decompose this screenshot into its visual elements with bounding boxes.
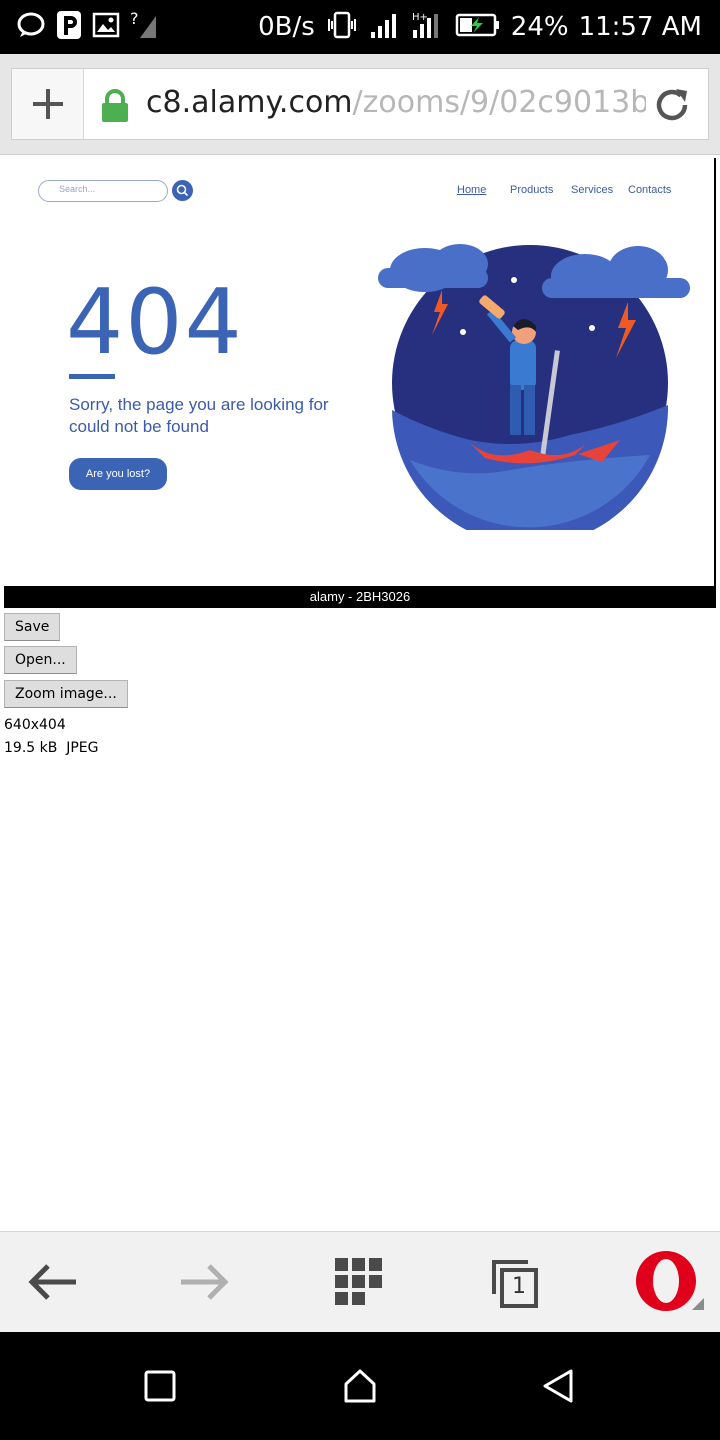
url-field[interactable]: c8.alamy.com/zooms/9/02c9013b <box>11 68 709 140</box>
browser-toolbar: 1 <box>0 1231 720 1332</box>
clock: 11:57 AM <box>578 12 702 42</box>
opera-menu-icon[interactable] <box>634 1251 706 1312</box>
url-domain: c8.alamy.com <box>146 85 353 120</box>
recents-square-icon[interactable] <box>140 1366 180 1406</box>
image-icon <box>92 12 120 43</box>
are-you-lost-button: Are you lost? <box>69 458 167 490</box>
status-right: 0B/s H+ 24% 11:57 AM <box>258 10 702 44</box>
signal-ht-icon: H+ <box>411 10 443 45</box>
url-path: /zooms/9/02c9013b <box>352 85 646 120</box>
image-watermark-caption: alamy - 2BH3026 <box>4 586 716 608</box>
p-app-icon <box>56 10 82 45</box>
reload-icon[interactable] <box>652 85 692 130</box>
back-arrow-icon[interactable] <box>22 1252 82 1312</box>
status-bar: ? 0B/s H+ 24% 11:57 AM <box>0 0 720 54</box>
image-nav-services: Services <box>571 184 614 196</box>
image-nav-contacts: Contacts <box>628 184 672 196</box>
no-signal-icon: ? <box>130 9 158 45</box>
forward-arrow-icon[interactable] <box>175 1252 235 1312</box>
tabs-icon[interactable]: 1 <box>484 1252 544 1312</box>
plus-icon <box>32 89 63 119</box>
image-nav-home: Home <box>457 184 487 196</box>
lock-icon[interactable] <box>100 89 130 128</box>
signal-icon <box>369 10 401 45</box>
zoomed-image[interactable]: Search... Home Products Services Contact… <box>4 158 716 608</box>
error-message: Sorry, the page you are looking for coul… <box>69 395 329 436</box>
status-left-icons: ? <box>16 9 158 45</box>
back-triangle-icon[interactable] <box>538 1366 578 1406</box>
error-code-heading: 404 <box>66 270 244 375</box>
battery-charging-icon <box>453 11 501 44</box>
chat-bubble-icon <box>16 10 46 45</box>
heading-underline <box>69 374 115 379</box>
net-speed: 0B/s <box>258 12 315 42</box>
zoom-image-button[interactable]: Zoom image... <box>4 680 128 708</box>
svg-text:H+: H+ <box>412 12 428 23</box>
svg-text:?: ? <box>130 10 139 28</box>
url-text[interactable]: c8.alamy.com/zooms/9/02c9013b <box>146 83 646 123</box>
browser-address-bar: c8.alamy.com/zooms/9/02c9013b <box>0 54 720 155</box>
tab-count: 1 <box>512 1274 526 1299</box>
save-button[interactable]: Save <box>4 613 61 641</box>
android-nav-bar <box>0 1332 720 1440</box>
lost-boy-illustration <box>378 244 690 530</box>
battery-percent: 24% <box>510 12 569 42</box>
vibrate-icon <box>325 10 359 45</box>
image-nav-products: Products <box>510 184 554 196</box>
image-search-placeholder: Search... <box>59 184 96 194</box>
open-button[interactable]: Open... <box>4 646 77 674</box>
image-dimensions: 640x404 <box>4 717 66 733</box>
image-search-field: Search... <box>38 180 168 202</box>
new-tab-button[interactable] <box>12 69 84 139</box>
image-size-type: 19.5 kB JPEG <box>4 740 99 756</box>
home-icon[interactable] <box>340 1366 380 1406</box>
speed-dial-grid-icon[interactable] <box>329 1252 389 1312</box>
image-search-icon <box>172 180 193 201</box>
